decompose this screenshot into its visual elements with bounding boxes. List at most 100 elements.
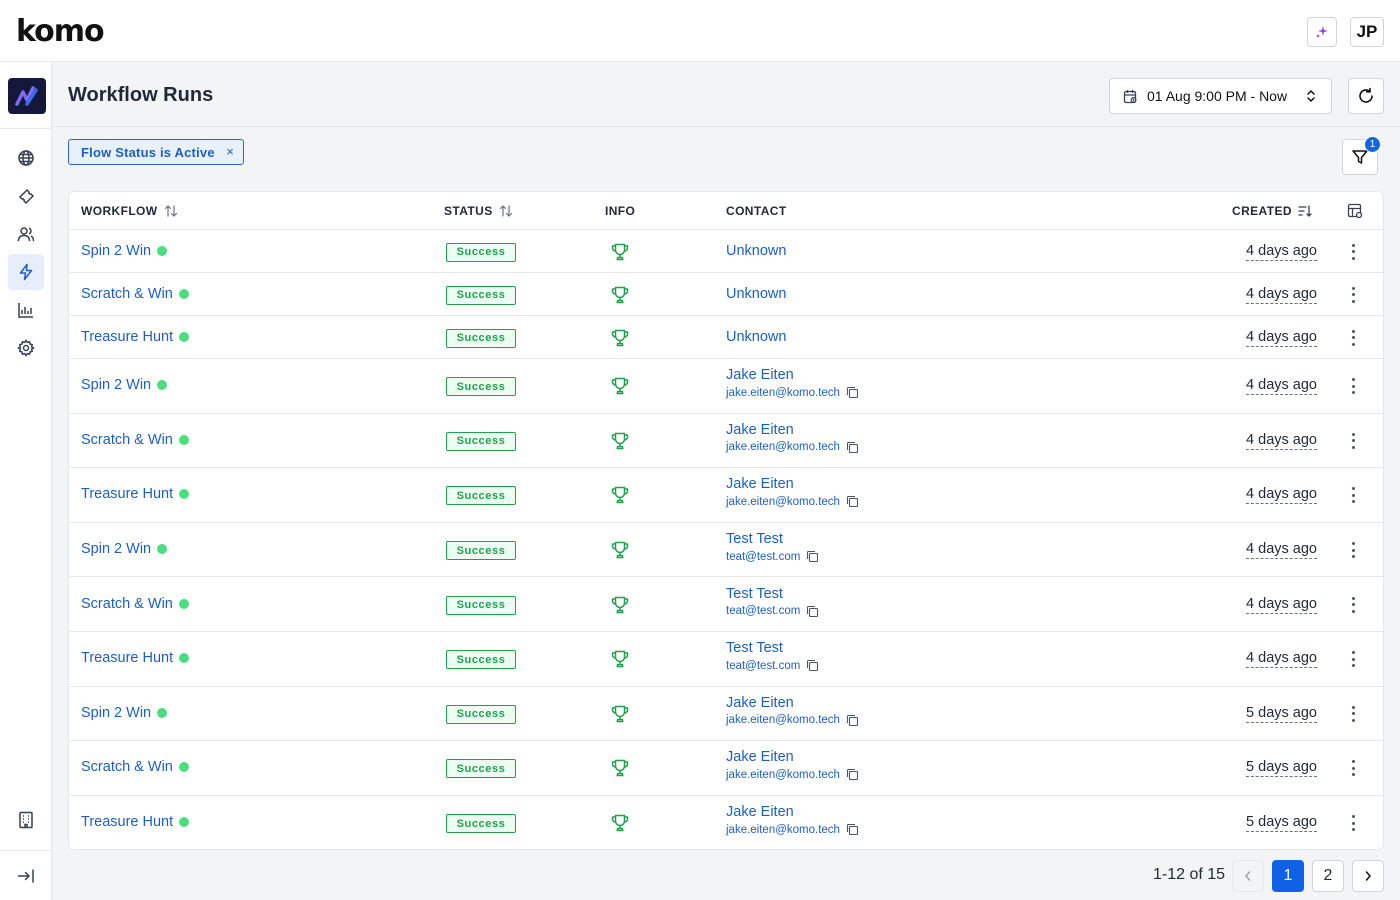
copy-icon[interactable] xyxy=(846,714,859,727)
workflow-link[interactable]: Treasure Hunt xyxy=(81,650,190,666)
copy-icon[interactable] xyxy=(806,605,819,618)
workflow-name[interactable]: Spin 2 Win xyxy=(81,705,151,721)
table-row[interactable]: Treasure Hunt Success Jake Eiten jake.eiten… xyxy=(69,796,1383,849)
sidebar-item-organization[interactable] xyxy=(14,808,38,832)
workflow-name[interactable]: Scratch & Win xyxy=(81,596,173,612)
copy-icon[interactable] xyxy=(846,495,859,508)
workflow-link[interactable]: Scratch & Win xyxy=(81,759,189,775)
table-row[interactable]: Treasure Hunt Success Unknown 4 days ago xyxy=(69,316,1383,359)
table-row[interactable]: Spin 2 Win Success Test Test teat@test.com 4… xyxy=(69,523,1383,578)
workflow-name[interactable]: Spin 2 Win xyxy=(81,377,151,393)
row-actions-button[interactable] xyxy=(1348,329,1358,346)
copy-icon[interactable] xyxy=(846,386,859,399)
contact-email-text[interactable]: teat@test.com xyxy=(726,660,800,672)
contact-name-link[interactable]: Test Test xyxy=(726,531,819,547)
contact-name-link[interactable]: Unknown xyxy=(726,286,786,302)
contact-email-text[interactable]: jake.eiten@komo.tech xyxy=(726,714,840,726)
remove-filter-icon[interactable]: × xyxy=(226,144,234,159)
workflow-name[interactable]: Treasure Hunt xyxy=(81,650,173,666)
contact-email-text[interactable]: jake.eiten@komo.tech xyxy=(726,496,840,508)
contact-name-link[interactable]: Unknown xyxy=(726,329,786,345)
workflow-name[interactable]: Treasure Hunt xyxy=(81,814,173,830)
contact-email-text[interactable]: teat@test.com xyxy=(726,605,800,617)
contact-name-link[interactable]: Test Test xyxy=(726,586,819,602)
workspace-logo[interactable] xyxy=(8,78,46,114)
table-row[interactable]: Spin 2 Win Success Jake Eiten jake.eiten@ko… xyxy=(69,687,1383,742)
contact-name-link[interactable]: Unknown xyxy=(726,243,786,259)
workflow-name[interactable]: Spin 2 Win xyxy=(81,243,151,259)
row-actions-button[interactable] xyxy=(1348,651,1358,668)
workflow-link[interactable]: Spin 2 Win xyxy=(81,243,168,259)
contact-email-text[interactable]: teat@test.com xyxy=(726,551,800,563)
workflow-link[interactable]: Scratch & Win xyxy=(81,432,189,448)
copy-icon[interactable] xyxy=(806,550,819,563)
sidebar-item-settings[interactable] xyxy=(14,336,38,360)
sidebar-item-campaigns[interactable] xyxy=(14,184,38,208)
copy-icon[interactable] xyxy=(846,768,859,781)
row-actions-button[interactable] xyxy=(1348,286,1358,303)
column-header-workflow[interactable]: WORKFLOW xyxy=(81,204,178,218)
sidebar-item-contacts[interactable] xyxy=(14,222,38,246)
user-avatar[interactable]: JP xyxy=(1350,17,1384,47)
refresh-button[interactable] xyxy=(1348,78,1384,114)
workflow-link[interactable]: Scratch & Win xyxy=(81,286,189,302)
komo-logo[interactable]: komo xyxy=(16,14,105,49)
workflow-link[interactable]: Scratch & Win xyxy=(81,596,189,612)
workflow-link[interactable]: Treasure Hunt xyxy=(81,329,190,345)
page-2-button[interactable]: 2 xyxy=(1312,860,1344,892)
copy-icon[interactable] xyxy=(806,659,819,672)
contact-name-link[interactable]: Jake Eiten xyxy=(726,422,859,438)
contact-name-link[interactable]: Test Test xyxy=(726,640,819,656)
contact-name-link[interactable]: Jake Eiten xyxy=(726,476,859,492)
workflow-name[interactable]: Treasure Hunt xyxy=(81,486,173,502)
table-row[interactable]: Treasure Hunt Success Jake Eiten jake.eiten… xyxy=(69,468,1383,523)
sidebar-item-workflows[interactable] xyxy=(8,254,44,290)
contact-email-text[interactable]: jake.eiten@komo.tech xyxy=(726,769,840,781)
workflow-name[interactable]: Scratch & Win xyxy=(81,759,173,775)
row-actions-button[interactable] xyxy=(1348,542,1358,559)
contact-name-link[interactable]: Jake Eiten xyxy=(726,804,859,820)
contact-name-link[interactable]: Jake Eiten xyxy=(726,749,859,765)
table-row[interactable]: Spin 2 Win Success Unknown 4 days ago xyxy=(69,230,1383,273)
column-settings-button[interactable] xyxy=(1347,203,1363,219)
contact-email-text[interactable]: jake.eiten@komo.tech xyxy=(726,824,840,836)
row-actions-button[interactable] xyxy=(1348,760,1358,777)
table-row[interactable]: Scratch & Win Success Test Test teat@test.c… xyxy=(69,577,1383,632)
table-row[interactable]: Spin 2 Win Success Jake Eiten jake.eiten@ko… xyxy=(69,359,1383,414)
row-actions-button[interactable] xyxy=(1348,378,1358,395)
collapse-sidebar-button[interactable] xyxy=(14,864,38,888)
date-range-picker[interactable]: 01 Aug 9:00 PM - Now xyxy=(1109,78,1332,114)
previous-page-button[interactable] xyxy=(1232,860,1264,892)
column-header-status[interactable]: STATUS xyxy=(444,204,513,218)
sidebar-item-analytics[interactable] xyxy=(14,298,38,322)
table-row[interactable]: Treasure Hunt Success Test Test teat@test.c… xyxy=(69,632,1383,687)
row-actions-button[interactable] xyxy=(1348,596,1358,613)
workflow-link[interactable]: Treasure Hunt xyxy=(81,486,190,502)
ai-assistant-button[interactable] xyxy=(1307,17,1337,47)
table-row[interactable]: Scratch & Win Success Unknown 4 days ago xyxy=(69,273,1383,316)
row-actions-button[interactable] xyxy=(1348,243,1358,260)
copy-icon[interactable] xyxy=(846,823,859,836)
copy-icon[interactable] xyxy=(846,441,859,454)
contact-name-link[interactable]: Jake Eiten xyxy=(726,695,859,711)
workflow-name[interactable]: Treasure Hunt xyxy=(81,329,173,345)
table-row[interactable]: Scratch & Win Success Jake Eiten jake.eiten… xyxy=(69,414,1383,469)
row-actions-button[interactable] xyxy=(1348,815,1358,832)
filter-chip-flow-status[interactable]: Flow Status is Active × xyxy=(68,139,244,165)
workflow-link[interactable]: Treasure Hunt xyxy=(81,814,190,830)
workflow-name[interactable]: Scratch & Win xyxy=(81,286,173,302)
contact-email-text[interactable]: jake.eiten@komo.tech xyxy=(726,441,840,453)
workflow-link[interactable]: Spin 2 Win xyxy=(81,541,168,557)
workflow-name[interactable]: Spin 2 Win xyxy=(81,541,151,557)
sidebar-item-sites[interactable] xyxy=(14,146,38,170)
row-actions-button[interactable] xyxy=(1348,705,1358,722)
column-header-created[interactable]: CREATED xyxy=(1232,204,1312,218)
row-actions-button[interactable] xyxy=(1348,432,1358,449)
row-actions-button[interactable] xyxy=(1348,487,1358,504)
contact-email-text[interactable]: jake.eiten@komo.tech xyxy=(726,387,840,399)
page-1-button[interactable]: 1 xyxy=(1272,860,1304,892)
workflow-name[interactable]: Scratch & Win xyxy=(81,432,173,448)
contact-name-link[interactable]: Jake Eiten xyxy=(726,367,859,383)
workflow-link[interactable]: Spin 2 Win xyxy=(81,705,168,721)
table-row[interactable]: Scratch & Win Success Jake Eiten jake.eiten… xyxy=(69,741,1383,796)
